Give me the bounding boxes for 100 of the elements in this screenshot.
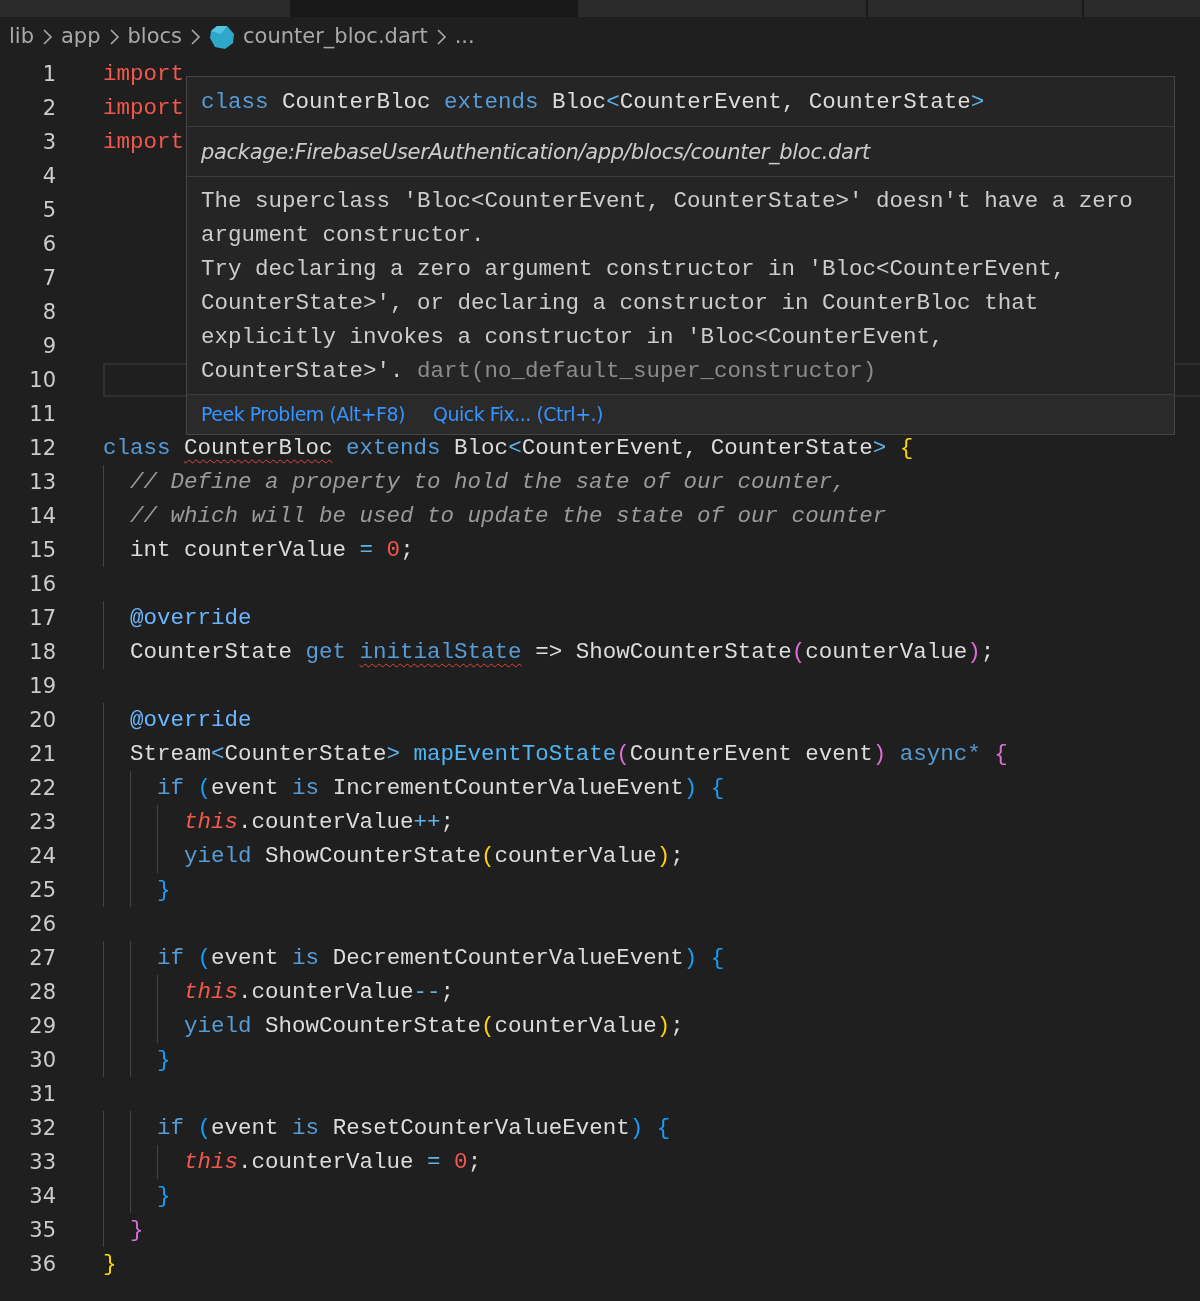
- code-token: // Define a property to hold the sate of our counter,: [130, 469, 846, 495]
- code-token: Stream: [130, 741, 212, 767]
- code-token: event: [211, 1115, 279, 1141]
- code-token: yield: [184, 1013, 252, 1039]
- action-link[interactable]: Quick Fix... (Ctrl+.): [432, 400, 603, 429]
- line-number: 35: [28, 1217, 56, 1244]
- code-token: counterValue: [494, 843, 657, 869]
- code-token: (: [481, 1013, 495, 1039]
- code-token: }: [157, 1183, 171, 1209]
- code-token: CounterEvent, CounterState: [521, 435, 873, 461]
- code-token: int counterValue: [130, 537, 347, 563]
- chevron-icon: [108, 28, 120, 46]
- line-number: 29: [28, 1013, 56, 1040]
- code-token: ;: [440, 979, 455, 1005]
- code-token: is: [292, 1115, 320, 1141]
- code-token: (: [197, 945, 212, 971]
- code-token: ): [683, 945, 698, 971]
- line-number: 32: [28, 1115, 56, 1142]
- code-token: ): [967, 639, 981, 665]
- code-token: is: [292, 945, 320, 971]
- code-token: extends: [346, 435, 441, 461]
- line-number: 9: [41, 333, 56, 360]
- code-token: {: [710, 775, 725, 801]
- code-token: ;: [400, 537, 414, 563]
- breadcrumb-item[interactable]: lib: [9, 21, 34, 53]
- action-link[interactable]: Peek Problem (Alt+F8): [201, 400, 405, 429]
- code-token: extends: [444, 89, 539, 115]
- code-token: }: [157, 1047, 171, 1073]
- line-number: 3: [41, 129, 56, 156]
- code-token: ;: [670, 843, 684, 869]
- line-number: 23: [28, 809, 56, 836]
- code-token: ShowCounterState: [265, 843, 482, 869]
- code-token: DecrementCounterValueEvent: [332, 945, 684, 971]
- code-token: this: [184, 979, 239, 1005]
- breadcrumb-item[interactable]: blocs: [127, 21, 183, 53]
- line-number: 17: [28, 605, 56, 632]
- code-token: yield: [184, 843, 252, 869]
- line-number: 28: [28, 979, 56, 1006]
- code-token: event: [211, 945, 279, 971]
- code-token: CounterEvent event: [629, 741, 873, 767]
- code-token: ;: [980, 639, 995, 665]
- code-token: ++: [413, 809, 441, 835]
- line-number: 19: [28, 673, 56, 700]
- code-token: CounterEvent, CounterState: [619, 89, 971, 115]
- code-token: this: [184, 1149, 239, 1175]
- line-number: 22: [28, 775, 56, 802]
- line-number: 26: [28, 911, 56, 938]
- line-number: 4: [41, 163, 56, 190]
- line-number: 5: [41, 197, 56, 224]
- breadcrumb-more[interactable]: ...: [454, 21, 475, 53]
- line-number: 12: [28, 435, 56, 462]
- line-number: 15: [28, 537, 56, 564]
- line-number: 1: [41, 61, 56, 88]
- code-token: CounterState: [130, 639, 293, 665]
- code-token: (: [197, 1115, 212, 1141]
- code-token: class: [201, 89, 269, 115]
- code-token: IncrementCounterValueEvent: [332, 775, 684, 801]
- code-token: ;: [467, 1149, 482, 1175]
- code-token: counterValue: [494, 1013, 657, 1039]
- code-token: mapEventToState: [413, 741, 617, 767]
- code-token: this: [184, 809, 239, 835]
- chevron-icon: [42, 28, 53, 46]
- line-number: 30: [28, 1047, 56, 1074]
- code-token: ): [629, 1115, 644, 1141]
- code-token: ): [683, 775, 698, 801]
- code-token: <: [211, 741, 225, 767]
- code-token: CounterBloc: [184, 435, 333, 461]
- code-token: =: [359, 537, 374, 563]
- code-token: counterValue: [805, 639, 968, 665]
- code-token: {: [994, 741, 1008, 767]
- line-number: 10: [28, 367, 56, 394]
- code-token: }: [103, 1251, 117, 1277]
- error-code: dart(no_default_super_constructor): [417, 358, 877, 384]
- code-token: ): [656, 843, 671, 869]
- line-number: 14: [28, 503, 56, 530]
- error-message-line: Try declaring a zero argument constructor in 'Bloc<CounterEvent,: [201, 255, 1067, 284]
- code-token: if: [157, 945, 185, 971]
- code-token: (: [791, 639, 806, 665]
- breadcrumb-item[interactable]: app: [61, 21, 101, 53]
- line-number: 11: [28, 401, 56, 428]
- code-token: import: [103, 95, 184, 121]
- code-token: (: [616, 741, 630, 767]
- code-token: ): [872, 741, 887, 767]
- line-number: 20: [28, 707, 56, 734]
- code-token: <: [606, 89, 620, 115]
- code-token: {: [899, 435, 914, 461]
- code-token: // which will be used to update the state of our counter: [130, 503, 887, 529]
- error-message-line: argument constructor.: [201, 221, 486, 250]
- code-token: ;: [440, 809, 455, 835]
- code-token: class: [103, 435, 171, 461]
- code-token: >: [970, 89, 985, 115]
- code-token: is: [292, 775, 320, 801]
- code-token: .counterValue: [238, 979, 414, 1005]
- breadcrumb-item[interactable]: counter_bloc.dart: [243, 21, 428, 53]
- error-message-line: CounterState>', or declaring a constructor in CounterBloc that: [201, 289, 1040, 318]
- code-token: Bloc: [552, 89, 607, 115]
- code-token: 0: [386, 537, 401, 563]
- line-number: 13: [28, 469, 56, 496]
- line-number: 31: [28, 1081, 56, 1108]
- code-token: {: [656, 1115, 671, 1141]
